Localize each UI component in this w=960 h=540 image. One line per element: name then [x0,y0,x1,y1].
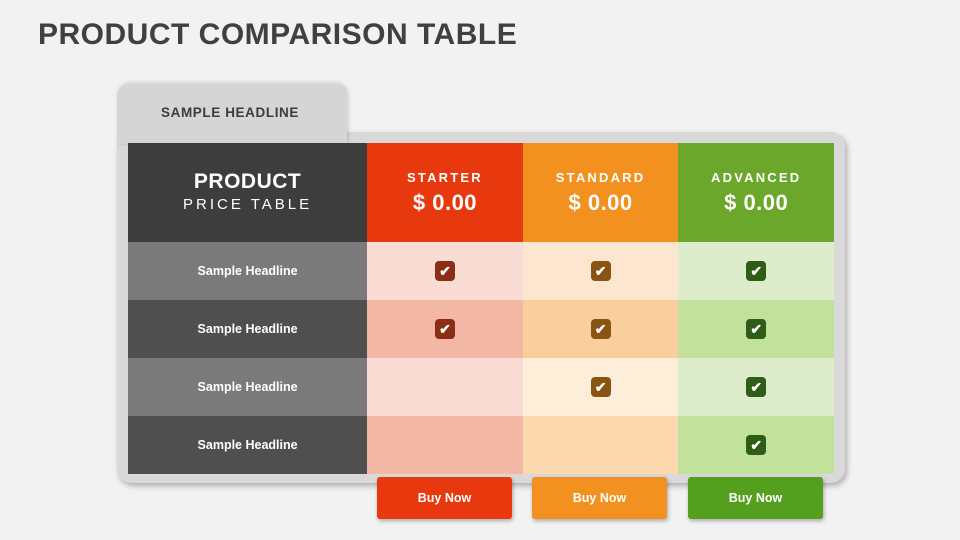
header-plan-standard: STANDARD $ 0.00 [522,143,679,242]
buy-now-button-row: Buy Now Buy Now Buy Now [128,477,834,521]
price-comparison-table: PRODUCT PRICE TABLE STARTER $ 0.00 STANDARD $… [128,143,834,474]
check-icon: ✔ [590,377,611,397]
feature-cell: ✔ [678,358,834,416]
header-product-cell: PRODUCT PRICE TABLE [128,143,368,242]
feature-cell: ✔ [367,242,523,300]
feature-label: Sample Headline [128,416,368,474]
feature-cell: ✔ [678,416,834,474]
tab-headline-label: SAMPLE HEADLINE [161,105,300,120]
check-icon: ✔ [434,261,455,281]
sample-headline-tab: SAMPLE HEADLINE [117,84,347,144]
feature-label: Sample Headline [128,242,368,300]
check-icon: ✔ [746,261,767,281]
feature-cell: ✔ [522,242,679,300]
feature-cell: ✔ [678,300,834,358]
table-row: Sample Headline ✔ ✔ ✔ [128,300,834,358]
table-row: Sample Headline ✔ [128,416,834,474]
plan-price: $ 0.00 [568,189,633,215]
table-row: Sample Headline ✔ ✔ ✔ [128,242,834,300]
check-icon: ✔ [434,319,455,339]
plan-price: $ 0.00 [724,189,789,215]
plan-price: $ 0.00 [412,189,478,215]
feature-cell [367,358,523,416]
plan-name: STANDARD [555,169,646,185]
header-plan-starter: STARTER $ 0.00 [367,143,523,242]
feature-cell: ✔ [367,300,523,358]
check-icon: ✔ [590,261,611,281]
feature-cell: ✔ [522,358,679,416]
header-product-line2: PRICE TABLE [183,196,313,213]
buy-advanced[interactable]: Buy Now [688,477,823,519]
header-product-line1: PRODUCT [193,170,302,193]
table-header-row: PRODUCT PRICE TABLE STARTER $ 0.00 STANDARD $… [128,143,834,242]
feature-cell: ✔ [522,300,679,358]
buy-standard[interactable]: Buy Now [532,477,667,519]
check-icon: ✔ [746,435,767,455]
check-icon: ✔ [746,319,767,339]
buy-starter[interactable]: Buy Now [377,477,512,519]
header-plan-advanced: ADVANCED $ 0.00 [678,143,834,242]
feature-label: Sample Headline [128,300,368,358]
feature-cell [522,416,679,474]
plan-name: STARTER [407,169,483,185]
check-icon: ✔ [590,319,611,339]
page-title: PRODUCT COMPARISON TABLE [38,18,518,51]
table-row: Sample Headline ✔ ✔ [128,358,834,416]
feature-label: Sample Headline [128,358,368,416]
plan-name: ADVANCED [711,169,802,185]
check-icon: ✔ [746,377,767,397]
feature-cell: ✔ [678,242,834,300]
feature-cell [367,416,523,474]
table-body: PRODUCT PRICE TABLE STARTER $ 0.00 STANDARD $… [128,143,834,474]
